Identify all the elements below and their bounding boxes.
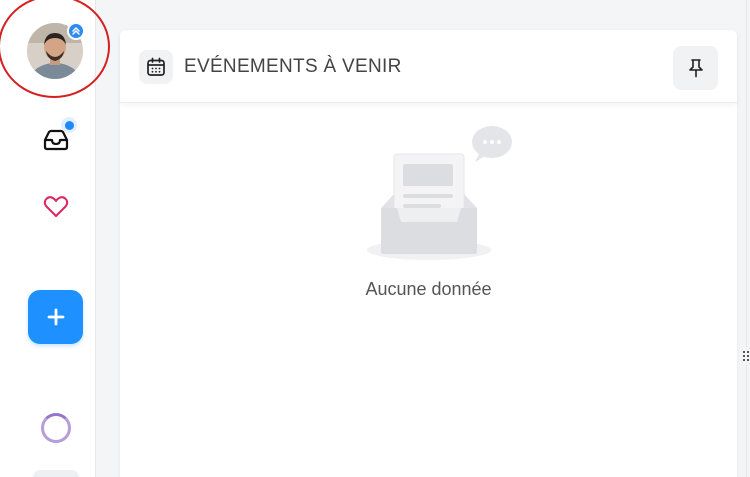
loading-spinner bbox=[41, 413, 71, 443]
calendar-icon bbox=[139, 50, 173, 84]
avatar-container[interactable] bbox=[27, 22, 85, 79]
sidebar bbox=[0, 0, 110, 477]
empty-state-illustration bbox=[367, 126, 512, 266]
resize-handle[interactable] bbox=[742, 347, 750, 365]
pin-icon bbox=[688, 59, 703, 78]
add-button[interactable] bbox=[28, 290, 83, 344]
favorites-button[interactable] bbox=[31, 182, 81, 232]
card-title: EVÉNEMENTS À VENIR bbox=[184, 56, 402, 77]
upcoming-events-card: EVÉNEMENTS À VENIR Aucune donnée bbox=[120, 30, 737, 477]
empty-state-text: Aucune donnée bbox=[365, 279, 492, 299]
card-header: EVÉNEMENTS À VENIR bbox=[120, 30, 737, 103]
double-chevron-up-icon bbox=[67, 22, 85, 40]
sidebar-bottom-item[interactable] bbox=[33, 470, 79, 477]
unread-indicator bbox=[61, 117, 77, 133]
plus-icon bbox=[47, 308, 64, 326]
inbox-button[interactable] bbox=[31, 115, 81, 165]
panel-divider bbox=[746, 0, 747, 477]
heart-icon bbox=[43, 196, 69, 217]
pin-button[interactable] bbox=[673, 46, 718, 90]
